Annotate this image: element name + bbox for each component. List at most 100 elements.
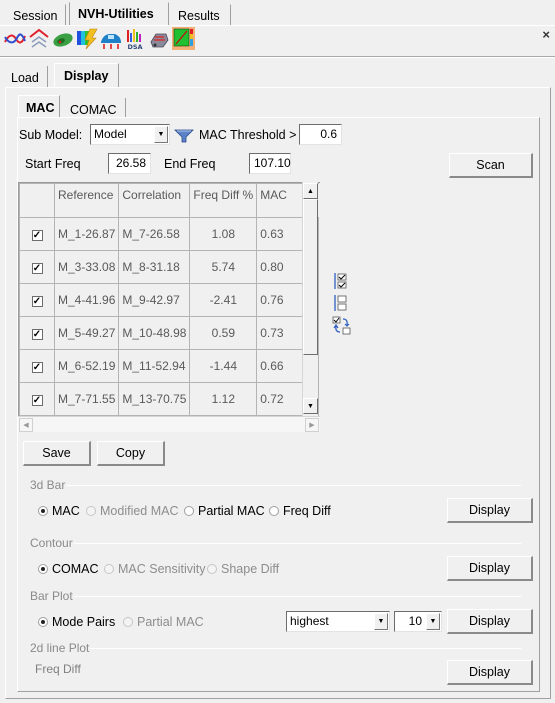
filter-icon[interactable] <box>174 128 194 144</box>
row-checkbox[interactable]: ✓ <box>31 395 43 406</box>
chevron-down-icon[interactable]: ▼ <box>374 613 388 630</box>
radio-mac[interactable]: MAC <box>38 504 80 518</box>
sub-model-select[interactable]: Model ▼ <box>90 124 170 145</box>
radio-partial-mac[interactable]: Partial MAC <box>184 504 265 518</box>
tab-session[interactable]: Session <box>4 4 67 26</box>
row-checkbox[interactable]: ✓ <box>31 362 43 373</box>
scroll-right-icon[interactable]: ▶ <box>305 418 319 432</box>
freq-diff-label: Freq Diff <box>35 662 81 676</box>
save-button[interactable]: Save <box>23 441 91 466</box>
cell-correlation: M_9-42.97 <box>118 283 191 317</box>
copy-button[interactable]: Copy <box>97 441 165 466</box>
radio-dot[interactable] <box>38 564 48 574</box>
mode-pairs-table: Reference Correlation Freq Diff % MAC » … <box>18 182 320 432</box>
scan-button[interactable]: Scan <box>449 153 533 178</box>
column-header-select[interactable] <box>19 183 55 218</box>
scroll-up-icon[interactable]: ▲ <box>303 183 318 199</box>
order-select[interactable]: highest ▼ <box>286 611 390 632</box>
scroll-left-icon[interactable]: ◀ <box>19 418 33 432</box>
radio-dot[interactable] <box>86 506 96 516</box>
radio-mac-sensitivity[interactable]: MAC Sensitivity <box>104 562 206 576</box>
chevron-down-icon[interactable]: ▼ <box>154 126 168 143</box>
scroll-down-icon[interactable]: ▼ <box>303 398 318 414</box>
divider <box>0 56 555 58</box>
cell-reference: M_5-49.27 <box>53 316 120 350</box>
row-checkbox[interactable]: ✓ <box>31 329 43 340</box>
tab-comac[interactable]: COMAC <box>60 98 126 118</box>
group-divider <box>30 485 521 486</box>
radio-modified-mac[interactable]: Modified MAC <box>86 504 179 518</box>
check-all-icon[interactable] <box>333 272 349 290</box>
column-header-correlation[interactable]: Correlation <box>118 183 191 218</box>
table-row[interactable]: ✓ M_6-52.19 M_11-52.94 -1.44 0.66 <box>19 349 320 383</box>
table-header: Reference Correlation Freq Diff % MAC » <box>19 183 319 218</box>
invert-selection-icon[interactable] <box>332 316 352 336</box>
tab-display[interactable]: Display <box>54 63 119 88</box>
display-bar-plot-button[interactable]: Display <box>447 609 533 634</box>
display-contour-button[interactable]: Display <box>447 556 533 581</box>
radio-dot[interactable] <box>207 564 217 574</box>
scroll-thumb[interactable] <box>303 199 318 355</box>
top-tab-bar: Session NVH-Utilities Results <box>0 0 555 26</box>
tab-load[interactable]: Load <box>5 66 48 88</box>
display-3d-bar-button[interactable]: Display <box>447 498 533 523</box>
row-checkbox[interactable]: ✓ <box>31 296 43 307</box>
cell-freq-diff: -1.44 <box>189 349 258 383</box>
radio-partial-mac-bar[interactable]: Partial MAC <box>123 615 204 629</box>
frf-curves-icon[interactable] <box>4 28 26 50</box>
cell-freq-diff: 5.74 <box>189 250 258 284</box>
table-row[interactable]: ✓ M_7-71.55 M_13-70.75 1.12 0.72 <box>19 382 320 416</box>
radio-dot[interactable] <box>38 506 48 516</box>
table-row[interactable]: ✓ M_5-49.27 M_10-48.98 0.59 0.73 <box>19 316 320 350</box>
chevron-down-icon[interactable]: ▼ <box>426 613 440 630</box>
group-label-contour: Contour <box>30 536 74 550</box>
radio-dot[interactable] <box>123 617 133 627</box>
mac-matrix-icon[interactable] <box>172 27 195 50</box>
mode-shapes-icon[interactable] <box>28 28 50 50</box>
start-freq-input[interactable]: 26.58 <box>108 153 151 174</box>
cell-correlation: M_7-26.58 <box>118 217 191 251</box>
end-freq-label: End Freq <box>164 157 216 171</box>
radio-dot[interactable] <box>269 506 279 516</box>
radio-dot[interactable] <box>104 564 114 574</box>
close-icon[interactable]: × <box>542 27 550 42</box>
dsa-icon[interactable]: DSA <box>124 28 146 50</box>
table-horizontal-scrollbar[interactable]: ◀ ▶ <box>18 416 320 432</box>
energy-contour-icon[interactable] <box>76 28 98 50</box>
group-label-3d-bar: 3d Bar <box>30 478 67 492</box>
group-divider <box>30 648 521 649</box>
group-label-bar-plot: Bar Plot <box>30 589 74 603</box>
row-checkbox[interactable]: ✓ <box>31 230 43 241</box>
radio-freq-diff[interactable]: Freq Diff <box>269 504 331 518</box>
cell-correlation: M_13-70.75 <box>118 382 191 416</box>
table-row[interactable]: ✓ M_4-41.96 M_9-42.97 -2.41 0.76 <box>19 283 320 317</box>
count-value: 10 <box>408 614 422 628</box>
cell-reference: M_6-52.19 <box>53 349 120 383</box>
vehicle-loads-icon[interactable] <box>100 28 122 50</box>
count-select[interactable]: 10 ▼ <box>394 611 442 632</box>
row-checkbox[interactable]: ✓ <box>31 263 43 274</box>
engine-mount-icon[interactable] <box>148 28 170 50</box>
cell-correlation: M_10-48.98 <box>118 316 191 350</box>
cell-reference: M_3-33.08 <box>53 250 120 284</box>
group-label-2d-line-plot: 2d line Plot <box>30 641 91 655</box>
radio-label: MAC Sensitivity <box>118 562 206 576</box>
uncheck-all-icon[interactable] <box>333 294 349 312</box>
end-freq-input[interactable]: 107.10 <box>249 153 291 174</box>
table-row[interactable]: ✓ M_3-33.08 M_8-31.18 5.74 0.80 <box>19 250 320 284</box>
column-header-reference[interactable]: Reference <box>53 183 120 218</box>
tab-nvh-utilities[interactable]: NVH-Utilities <box>69 2 169 26</box>
radio-mode-pairs[interactable]: Mode Pairs <box>38 615 115 629</box>
radio-dot[interactable] <box>184 506 194 516</box>
mac-threshold-input[interactable]: 0.6 <box>299 124 342 145</box>
table-row[interactable]: ✓ M_1-26.87 M_7-26.58 1.08 0.63 <box>19 217 320 251</box>
column-header-freq-diff[interactable]: Freq Diff % <box>189 183 258 218</box>
radio-shape-diff[interactable]: Shape Diff <box>207 562 279 576</box>
display-2d-line-button[interactable]: Display <box>447 660 533 685</box>
radio-dot[interactable] <box>38 617 48 627</box>
tab-results[interactable]: Results <box>169 4 231 26</box>
green-model-icon[interactable] <box>52 28 74 50</box>
tab-mac[interactable]: MAC <box>18 95 60 118</box>
radio-label: COMAC <box>52 562 99 576</box>
radio-comac[interactable]: COMAC <box>38 562 99 576</box>
